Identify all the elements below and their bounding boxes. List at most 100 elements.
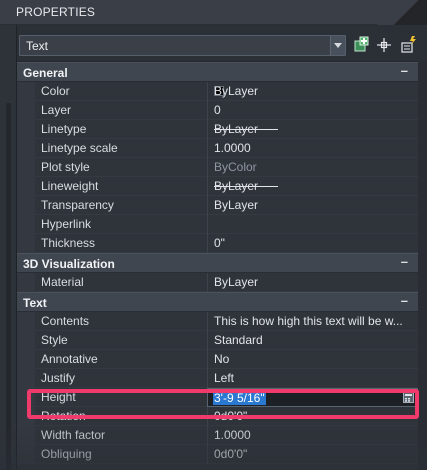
property-name: Annotative xyxy=(41,352,98,366)
side-strip-grip[interactable] xyxy=(6,103,11,470)
property-row-thickness[interactable]: Thickness 0" xyxy=(17,234,418,253)
property-row-transparency[interactable]: Transparency ByLayer xyxy=(17,196,418,215)
property-row-linetype-scale[interactable]: Linetype scale 1.0000 xyxy=(17,139,418,158)
row-gutter xyxy=(17,120,35,139)
palette-title: PROPERTIES xyxy=(16,5,96,19)
property-value[interactable]: This is how high this text will be w... xyxy=(207,312,418,331)
property-value[interactable]: ByLayer xyxy=(207,82,418,101)
category-general[interactable]: General – xyxy=(17,62,418,82)
category-3d-visualization[interactable]: 3D Visualization – xyxy=(17,253,418,273)
property-value[interactable]: 0d0'0" xyxy=(207,407,418,426)
property-name: Plot style xyxy=(41,160,90,174)
property-value-text: ByLayer xyxy=(214,179,259,193)
category-text[interactable]: Text – xyxy=(17,292,418,312)
chevron-down-icon[interactable] xyxy=(330,36,345,55)
property-row-lineweight[interactable]: Lineweight ByLayer xyxy=(17,177,418,196)
row-gutter xyxy=(17,158,35,177)
property-value-text: ByLayer xyxy=(214,275,259,289)
row-gutter xyxy=(17,82,35,101)
property-name: Lineweight xyxy=(41,179,99,193)
property-value[interactable]: No xyxy=(207,350,418,369)
property-row-color[interactable]: Color ByLayer xyxy=(17,82,418,101)
property-row-linetype[interactable]: Linetype ByLayer xyxy=(17,120,418,139)
property-value-text: 0d0'0" xyxy=(214,447,248,461)
property-value[interactable]: 1.0000 xyxy=(207,426,418,445)
property-value[interactable]: 0d0'0" xyxy=(207,445,418,464)
property-value-text: 0 xyxy=(214,103,221,117)
property-value[interactable]: 0 xyxy=(207,101,418,120)
property-name: Layer xyxy=(41,103,72,117)
object-type-select[interactable]: Text xyxy=(19,35,346,56)
property-name: Obliquing xyxy=(41,447,92,461)
property-value[interactable] xyxy=(207,215,418,234)
property-value-text: ByLayer xyxy=(214,198,259,212)
properties-toolbar: Text xyxy=(17,30,427,58)
property-value-text: No xyxy=(214,352,230,366)
property-name: Contents xyxy=(41,314,90,328)
row-gutter xyxy=(17,331,35,350)
property-name: Linetype scale xyxy=(41,141,118,155)
property-row-layer[interactable]: Layer 0 xyxy=(17,101,418,120)
property-value-text: ByLayer xyxy=(214,122,259,136)
row-gutter xyxy=(17,273,35,292)
property-value-text: 0d0'0" xyxy=(214,409,248,423)
palette-title-bar: PROPERTIES xyxy=(0,0,427,25)
property-row-hyperlink[interactable]: Hyperlink xyxy=(17,215,418,234)
property-value-text: This is how high this text will be w... xyxy=(214,314,403,328)
calculator-icon[interactable] xyxy=(403,392,414,403)
property-value[interactable]: 1.0000 xyxy=(207,139,418,158)
quick-select-icon[interactable] xyxy=(399,35,417,55)
property-value[interactable]: ByLayer xyxy=(207,273,418,292)
row-gutter xyxy=(17,350,35,369)
property-value-text: Left xyxy=(214,371,235,385)
row-gutter xyxy=(17,312,35,331)
property-row-material[interactable]: Material ByLayer xyxy=(17,273,418,292)
object-type-value: Text xyxy=(26,39,49,53)
property-value[interactable]: Left xyxy=(207,369,418,388)
row-gutter xyxy=(17,234,35,253)
row-gutter xyxy=(17,215,35,234)
property-value-text: ByColor xyxy=(214,160,257,174)
select-objects-icon[interactable] xyxy=(375,35,393,55)
row-gutter xyxy=(17,177,35,196)
property-name: Material xyxy=(41,275,84,289)
height-input-selected-text[interactable]: 3'-9 5/16" xyxy=(213,391,266,405)
property-value[interactable]: ByLayer xyxy=(207,196,418,215)
category-label: 3D Visualization xyxy=(23,257,115,271)
title-bar-corner xyxy=(377,0,427,25)
height-input[interactable]: 3'-9 5/16" xyxy=(207,388,418,407)
row-gutter xyxy=(17,196,35,215)
property-row-annotative[interactable]: Annotative No xyxy=(17,350,418,369)
collapse-icon[interactable]: – xyxy=(401,293,408,308)
collapse-icon[interactable]: – xyxy=(401,254,408,269)
property-value-text: 1.0000 xyxy=(214,428,251,442)
property-row-justify[interactable]: Justify Left xyxy=(17,369,418,388)
property-name: Color xyxy=(41,84,70,98)
collapse-icon[interactable]: – xyxy=(401,63,408,78)
property-name: Justify xyxy=(41,371,76,385)
property-row-width-factor[interactable]: Width factor 1.0000 xyxy=(17,426,418,445)
row-gutter xyxy=(17,426,35,445)
category-label: General xyxy=(23,66,68,80)
property-value[interactable]: 0" xyxy=(207,234,418,253)
palette-side-strip[interactable] xyxy=(0,25,17,470)
property-name: Hyperlink xyxy=(41,217,92,231)
property-row-style[interactable]: Style Standard xyxy=(17,331,418,350)
property-row-contents[interactable]: Contents This is how high this text will… xyxy=(17,312,418,331)
property-value[interactable]: Standard xyxy=(207,331,418,350)
property-name: Style xyxy=(41,333,68,347)
row-gutter xyxy=(17,388,35,407)
category-label: Text xyxy=(23,296,47,310)
property-row-plot-style[interactable]: Plot style ByColor xyxy=(17,158,418,177)
property-value-text: 0" xyxy=(214,236,225,250)
property-value[interactable]: ByLayer xyxy=(207,120,418,139)
property-name: Height xyxy=(41,390,76,404)
row-gutter xyxy=(17,369,35,388)
property-row-obliquing[interactable]: Obliquing 0d0'0" xyxy=(17,445,418,464)
vertical-scrollbar[interactable] xyxy=(418,61,427,470)
property-row-rotation[interactable]: Rotation 0d0'0" xyxy=(17,407,418,426)
property-row-height[interactable]: Height 3'-9 5/16" xyxy=(17,388,418,407)
property-name: Width factor xyxy=(41,428,106,442)
add-to-selection-icon[interactable] xyxy=(353,35,371,55)
property-value[interactable]: ByLayer xyxy=(207,177,418,196)
